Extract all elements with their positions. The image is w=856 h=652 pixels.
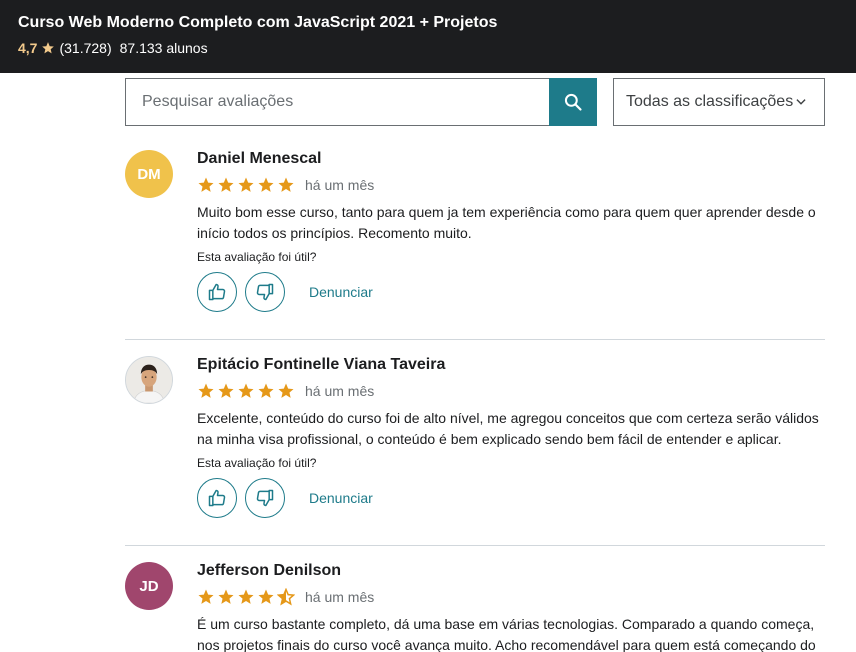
review-rating: há um mês <box>197 382 374 400</box>
star-icon <box>238 177 254 192</box>
star-icon <box>238 383 254 398</box>
course-title: Curso Web Moderno Completo com JavaScrip… <box>18 14 498 31</box>
star-icon <box>218 589 234 604</box>
star-icon <box>218 177 234 192</box>
review-time: há um mês <box>305 177 375 193</box>
thumbs-down-button[interactable] <box>245 272 285 312</box>
students-count: 87.133 alunos <box>119 40 208 56</box>
course-rating: 4,7 <box>18 40 38 56</box>
star-half-icon <box>277 588 295 606</box>
reviewer-name: Epitácio Fontinelle Viana Taveira <box>197 356 446 373</box>
review-time: há um mês <box>305 589 375 605</box>
thumbs-up-button[interactable] <box>197 272 237 312</box>
review-actions: Denunciar <box>197 272 373 312</box>
star-icon <box>278 177 294 192</box>
chevron-down-icon <box>794 95 808 109</box>
star-rating <box>197 382 295 400</box>
avatar-initials: JD <box>139 577 159 595</box>
star-icon <box>198 589 214 604</box>
star-icon <box>198 383 214 398</box>
star-icon <box>258 177 274 192</box>
search-input[interactable] <box>125 78 549 126</box>
review-text: Muito bom esse curso, tanto para quem ja… <box>197 204 816 241</box>
star-icon <box>238 589 254 604</box>
rating-count: (31.728) <box>59 40 112 56</box>
star-icon <box>258 589 274 604</box>
star-icon <box>278 383 294 398</box>
review-item: DM Daniel Menescal há um mês Muito bom e… <box>125 150 825 320</box>
star-rating <box>197 176 295 194</box>
helpful-prompt: Esta avaliação foi útil? <box>197 250 317 264</box>
review-actions: Denunciar <box>197 478 373 518</box>
review-text: Excelente, conteúdo do curso foi de alto… <box>197 410 819 447</box>
course-stats: 4,7 (31.728) 87.133 alunos <box>18 40 208 56</box>
thumbs-up-button[interactable] <box>197 478 237 518</box>
report-link[interactable]: Denunciar <box>309 490 373 506</box>
avatar: JD <box>125 562 173 610</box>
avatar <box>125 356 173 404</box>
star-icon <box>198 177 214 192</box>
search-button[interactable] <box>549 78 597 126</box>
star-icon <box>258 383 274 398</box>
star-rating <box>197 588 295 606</box>
thumbs-up-icon <box>207 282 227 302</box>
thumbs-down-icon <box>255 282 275 302</box>
review-rating: há um mês <box>197 176 374 194</box>
reviewer-name: Daniel Menescal <box>197 150 322 167</box>
thumbs-down-icon <box>255 488 275 508</box>
review-time: há um mês <box>305 383 375 399</box>
review-item: Epitácio Fontinelle Viana Taveira há um … <box>125 356 825 526</box>
course-header: Curso Web Moderno Completo com JavaScrip… <box>0 0 856 73</box>
review-text: É um curso bastante completo, dá uma bas… <box>197 616 816 652</box>
thumbs-down-button[interactable] <box>245 478 285 518</box>
avatar-initials: DM <box>137 165 161 183</box>
avatar: DM <box>125 150 173 198</box>
review-divider <box>125 545 825 546</box>
review-item: JD Jefferson Denilson há um mês É um cur… <box>125 562 825 652</box>
review-rating: há um mês <box>197 588 374 606</box>
reviewer-name: Jefferson Denilson <box>197 562 342 579</box>
search-icon <box>563 92 583 112</box>
star-icon <box>218 383 234 398</box>
thumbs-up-icon <box>207 488 227 508</box>
star-icon <box>41 41 55 55</box>
helpful-prompt: Esta avaliação foi útil? <box>197 456 317 470</box>
review-divider <box>125 339 825 340</box>
avatar-photo <box>126 357 172 403</box>
filter-label: Todas as classificações <box>626 93 794 110</box>
report-link[interactable]: Denunciar <box>309 284 373 300</box>
rating-filter-select[interactable]: Todas as classificações <box>613 78 825 126</box>
